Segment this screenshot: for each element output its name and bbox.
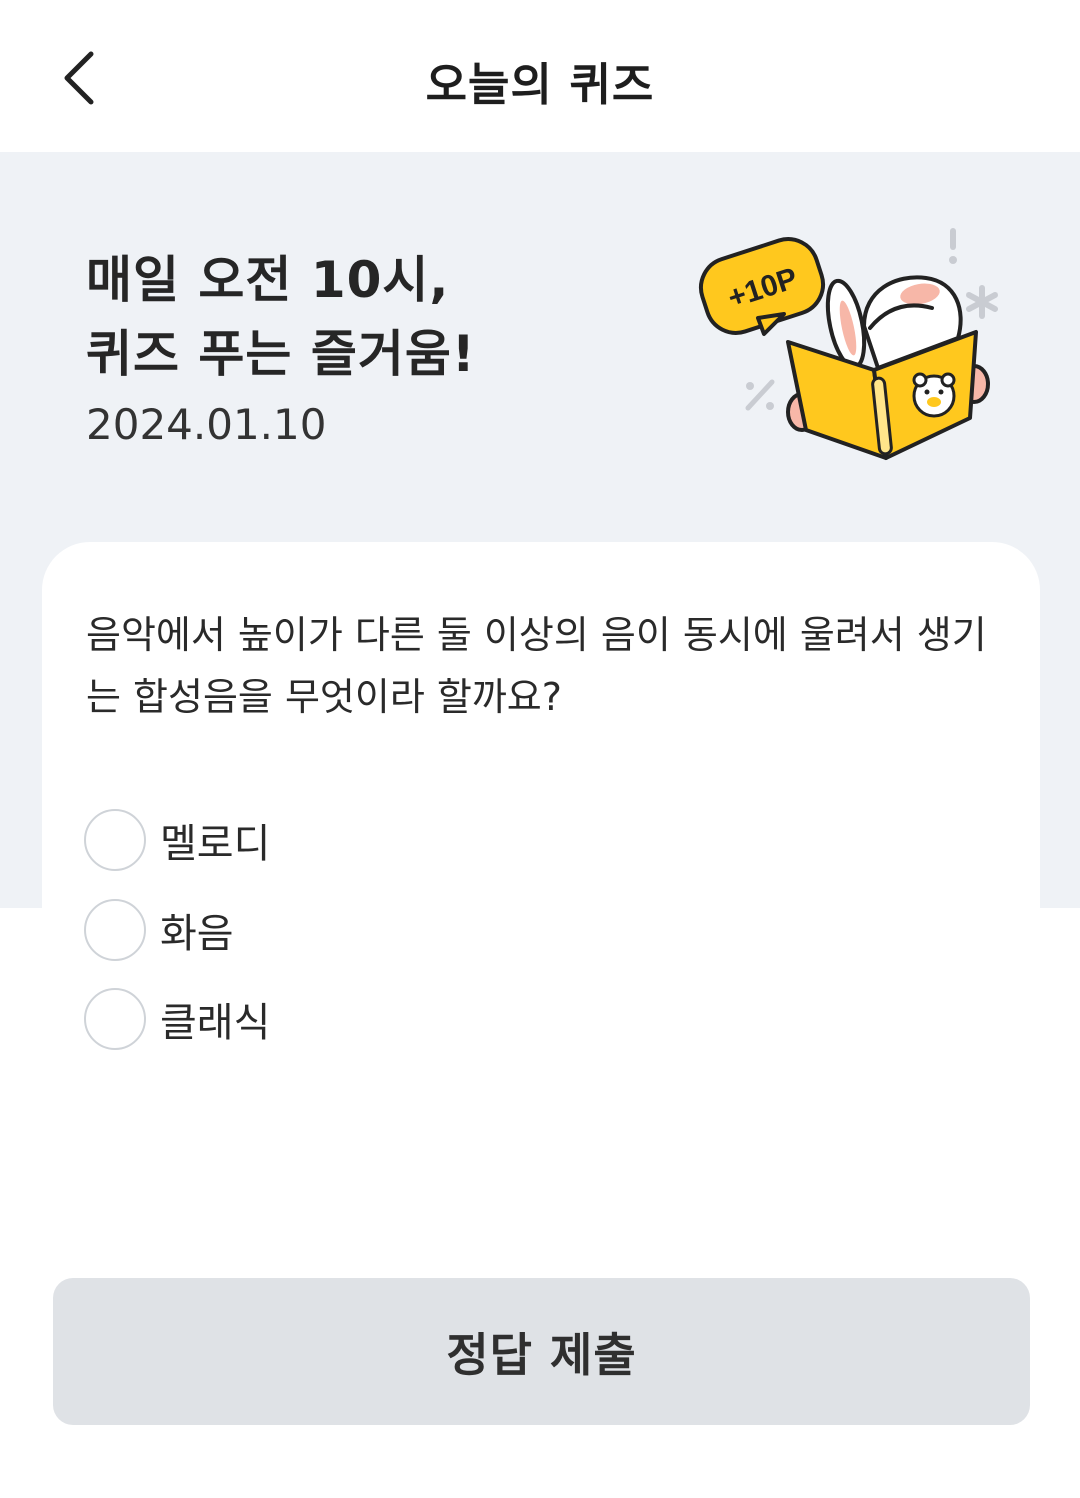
points-badge: +10P (698, 237, 826, 336)
answer-option-label: 멜로디 (160, 821, 271, 867)
radio-button[interactable] (84, 899, 146, 961)
app-header: 오늘의 퀴즈 (0, 0, 1080, 152)
quiz-page: 오늘의 퀴즈 매일 오전 10시, 퀴즈 푸는 즐거움! 2024.01.10 … (0, 0, 1080, 1498)
answer-option-label: 클래식 (160, 1000, 271, 1046)
asterisk-icon (966, 285, 998, 319)
radio-button[interactable] (84, 809, 146, 871)
quiz-card: 음악에서 높이가 다른 둘 이상의 음이 동시에 울려서 생기는 합성음을 무엇… (42, 542, 1040, 1262)
answer-option-melody[interactable]: 멜로디 (84, 808, 684, 872)
answer-option-label: 화음 (160, 911, 234, 957)
radio-button[interactable] (84, 988, 146, 1050)
rabbit-reading-book-illustration: +10P (698, 228, 998, 460)
page-title: 오늘의 퀴즈 (425, 58, 655, 111)
submit-answer-button[interactable]: 정답 제출 (53, 1278, 1030, 1425)
quiz-date: 2024.01.10 (86, 400, 327, 449)
percent-icon (745, 379, 775, 411)
answer-option-harmony[interactable]: 화음 (84, 898, 684, 962)
hero-headline-line1: 매일 오전 10시, (86, 251, 450, 309)
exclamation-icon (949, 228, 957, 264)
answer-option-classic[interactable]: 클래식 (84, 987, 684, 1051)
hero-headline-line2: 퀴즈 푸는 즐거움! (86, 325, 476, 383)
quiz-question: 음악에서 높이가 다른 둘 이상의 음이 동시에 울려서 생기는 합성음을 무엇… (86, 613, 987, 719)
